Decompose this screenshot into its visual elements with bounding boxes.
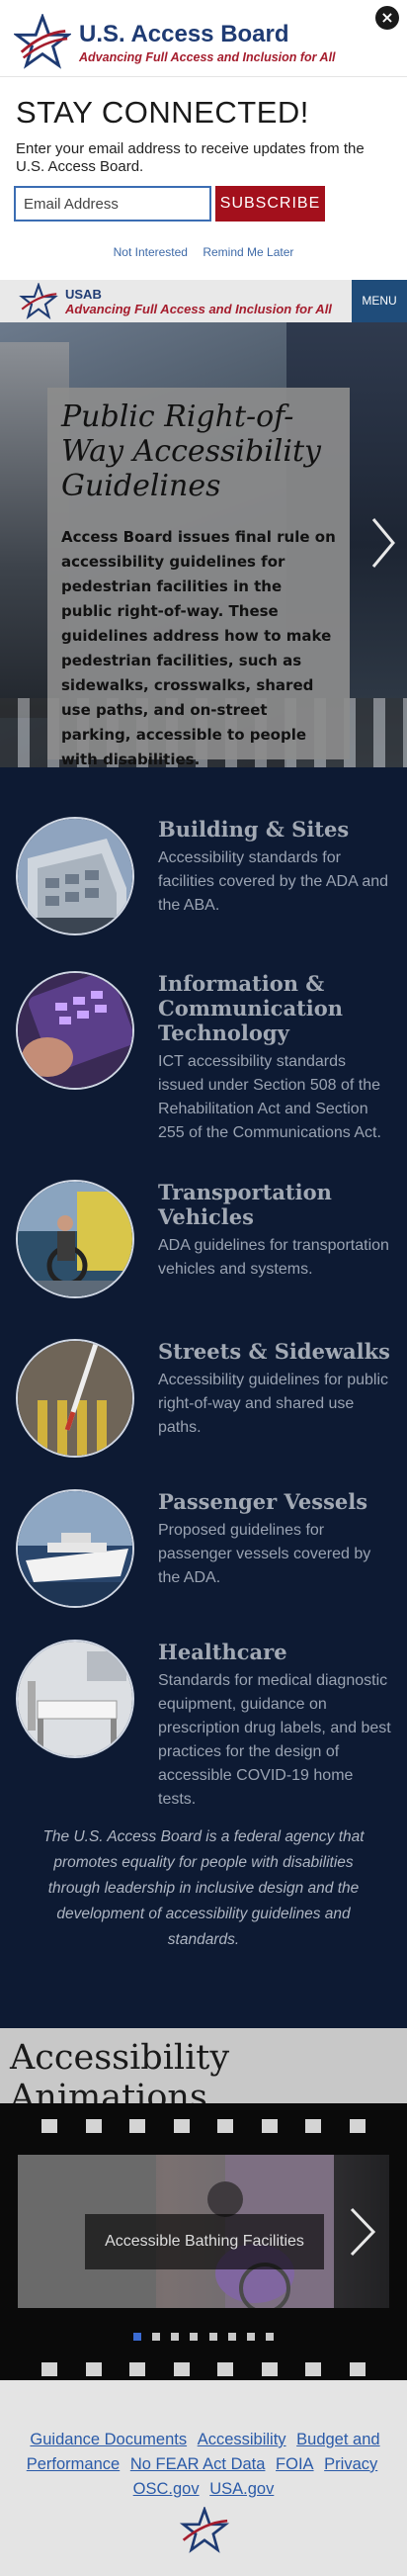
film-holes-bottom — [0, 2362, 407, 2376]
category-description: Standards for medical diagnostic equipme… — [158, 1672, 391, 1808]
footer-link-accessibility[interactable]: Accessibility — [198, 2431, 286, 2448]
menu-button[interactable]: MENU — [352, 280, 407, 322]
brand-bar: U.S. Access Board Advancing Full Access … — [0, 0, 407, 77]
usab-star-logo[interactable] — [18, 282, 59, 320]
building-image[interactable] — [16, 817, 134, 935]
hero-carousel: Public Right-of-Way Accessibility Guidel… — [0, 322, 407, 767]
animations-carousel: Accessible Bathing Facilities — [0, 2103, 407, 2358]
carousel-dot[interactable] — [190, 2333, 199, 2341]
footer-links: Guidance Documents Accessibility Budget … — [24, 2428, 383, 2502]
hero-body: Access Board issues final rule on access… — [61, 528, 336, 767]
category-description: ADA guidelines for transportation vehicl… — [158, 1237, 389, 1278]
close-icon[interactable]: × — [375, 6, 399, 30]
signup-description: Enter your email address to receive upda… — [16, 140, 365, 175]
mission-statement: The U.S. Access Board is a federal agenc… — [42, 1828, 365, 1948]
footer-link-no-fear[interactable]: No FEAR Act Data — [130, 2455, 266, 2473]
slide-caption[interactable]: Accessible Bathing Facilities — [85, 2214, 324, 2269]
signup-dismiss-links: Not Interested Remind Me Later — [0, 245, 407, 259]
category-description: Accessibility standards for facilities c… — [158, 849, 389, 914]
footer: Guidance Documents Accessibility Budget … — [0, 2380, 407, 2576]
cruise-ship-image[interactable] — [16, 1489, 134, 1608]
signup-banner: U.S. Access Board Advancing Full Access … — [0, 0, 407, 280]
chevron-right-icon[interactable] — [369, 515, 397, 571]
carousel-dot[interactable] — [265, 2333, 274, 2341]
category-title[interactable]: Building & Sites — [158, 817, 395, 842]
carousel-dot[interactable] — [227, 2333, 236, 2341]
category-title[interactable]: Transportation Vehicles — [158, 1180, 395, 1229]
brand-title: U.S. Access Board — [79, 20, 289, 47]
nav-brand[interactable]: USAB Advancing Full Access and Inclusion… — [65, 287, 332, 316]
keypad-image[interactable] — [16, 971, 134, 1090]
access-board-star-logo[interactable] — [14, 13, 71, 71]
footer-link-foia[interactable]: FOIA — [276, 2455, 314, 2473]
carousel-dot[interactable] — [208, 2333, 217, 2341]
hospital-bed-image[interactable] — [16, 1640, 134, 1758]
category-description: Proposed guidelines for passenger vessel… — [158, 1522, 371, 1586]
email-field[interactable] — [14, 186, 211, 222]
carousel-dots — [0, 2326, 407, 2345]
brand-tagline: Advancing Full Access and Inclusion for … — [79, 49, 336, 64]
cane-sidewalk-image[interactable] — [16, 1339, 134, 1458]
carousel-dot[interactable] — [246, 2333, 255, 2341]
subscribe-button[interactable]: SUBSCRIBE — [215, 186, 325, 222]
not-interested-link[interactable]: Not Interested — [114, 245, 188, 259]
chevron-right-icon[interactable] — [334, 2155, 389, 2308]
animations-header: Accessibility Animations — [0, 2028, 407, 2117]
page: U.S. Access Board Advancing Full Access … — [0, 0, 407, 2576]
animation-slide[interactable]: Accessible Bathing Facilities — [18, 2155, 389, 2308]
hero-card[interactable]: Public Right-of-Way Accessibility Guidel… — [47, 388, 350, 767]
footer-link-privacy[interactable]: Privacy — [324, 2455, 377, 2473]
category-title[interactable]: Healthcare — [158, 1640, 395, 1664]
footer-star-logo[interactable] — [178, 2507, 231, 2554]
footer-link-guidance[interactable]: Guidance Documents — [30, 2431, 187, 2448]
category-description: Accessibility guidelines for public righ… — [158, 1372, 388, 1436]
nav-tagline: Advancing Full Access and Inclusion for … — [65, 301, 332, 316]
category-title[interactable]: Information & Communication Technology — [158, 971, 395, 1045]
nav-bar: USAB Advancing Full Access and Inclusion… — [0, 280, 407, 322]
nav-usab-label: USAB — [65, 286, 102, 302]
film-holes-top — [0, 2119, 407, 2133]
category-description: ICT accessibility standards issued under… — [158, 1053, 381, 1141]
remind-later-link[interactable]: Remind Me Later — [203, 245, 293, 259]
film-holes-bottom-strip — [0, 2358, 407, 2380]
bus-ramp-image[interactable] — [16, 1180, 134, 1298]
category-title[interactable]: Passenger Vessels — [158, 1489, 395, 1514]
slide-next-button[interactable] — [334, 2155, 389, 2308]
brand-text: U.S. Access Board Advancing Full Access … — [79, 21, 336, 64]
hero-title[interactable]: Public Right-of-Way Accessibility Guidel… — [61, 400, 336, 503]
stay-connected-heading: STAY CONNECTED! — [16, 95, 309, 130]
carousel-dot[interactable] — [133, 2333, 142, 2341]
carousel-dot[interactable] — [152, 2333, 161, 2341]
category-title[interactable]: Streets & Sidewalks — [158, 1339, 395, 1364]
footer-link-osc[interactable]: OSC.gov — [133, 2480, 200, 2498]
footer-link-usa[interactable]: USA.gov — [209, 2480, 274, 2498]
carousel-dot[interactable] — [171, 2333, 180, 2341]
